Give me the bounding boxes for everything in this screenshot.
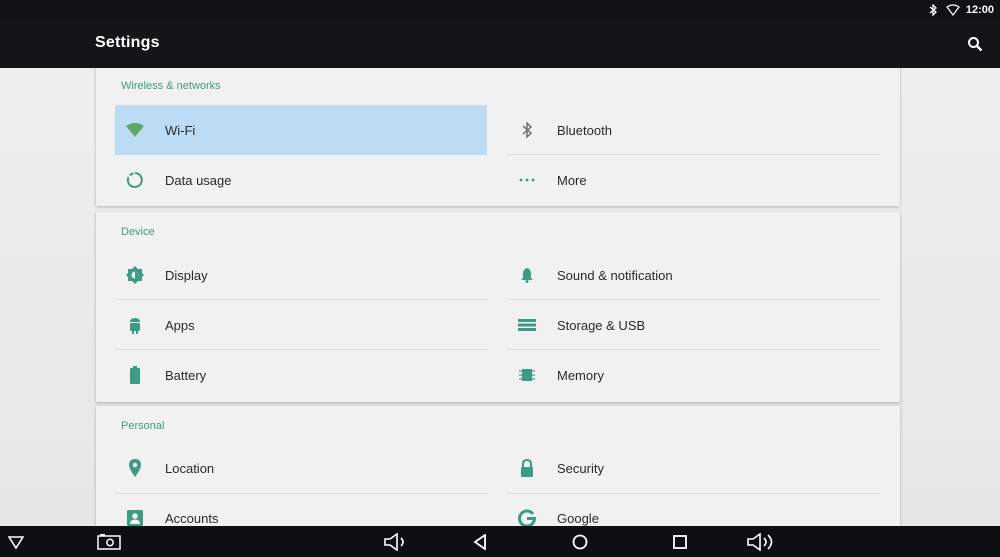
- tile-label: Sound & notification: [557, 267, 673, 283]
- memory-icon: [512, 368, 542, 382]
- back-icon: [473, 534, 486, 550]
- tile-label: Display: [165, 267, 208, 283]
- tile-wifi[interactable]: Wi-Fi: [115, 105, 487, 155]
- data-usage-icon: [120, 171, 150, 189]
- status-bar: 12:00: [0, 0, 1000, 20]
- screenshot-icon: [97, 534, 121, 550]
- tile-sound-notification[interactable]: Sound & notification: [507, 250, 879, 300]
- tile-label: Accounts: [165, 510, 219, 526]
- back-button[interactable]: [471, 530, 489, 554]
- page-title: Settings: [95, 34, 160, 51]
- tile-google[interactable]: Google: [507, 493, 879, 526]
- section-header: Personal: [121, 420, 165, 432]
- storage-icon: [512, 319, 542, 331]
- section-header: Device: [121, 226, 155, 238]
- tile-security[interactable]: Security: [507, 443, 879, 493]
- settings-list[interactable]: Wireless & networks Wi-Fi Bluetooth Data…: [0, 68, 1000, 526]
- home-button[interactable]: [570, 530, 590, 554]
- google-icon: [512, 509, 542, 526]
- action-bar: Settings: [0, 20, 1000, 68]
- brightness-icon: [120, 266, 150, 284]
- screenshot-button[interactable]: [96, 530, 122, 554]
- android-icon: [120, 316, 150, 334]
- volume-up-icon: [747, 533, 773, 551]
- account-icon: [120, 510, 150, 526]
- wifi-icon: [120, 122, 150, 138]
- search-button[interactable]: [964, 33, 986, 55]
- tile-storage-usb[interactable]: Storage & USB: [507, 300, 879, 350]
- tile-label: Security: [557, 460, 604, 476]
- tile-label: Memory: [557, 367, 604, 383]
- status-time: 12:00: [965, 4, 994, 16]
- tile-more[interactable]: More: [507, 155, 879, 205]
- home-icon: [572, 534, 588, 550]
- tile-location[interactable]: Location: [115, 443, 487, 493]
- tile-bluetooth[interactable]: Bluetooth: [507, 105, 879, 155]
- search-icon: [968, 37, 983, 52]
- more-icon: [512, 178, 542, 182]
- recents-icon: [673, 535, 687, 549]
- battery-icon: [120, 366, 150, 384]
- tile-display[interactable]: Display: [115, 250, 487, 300]
- tile-label: Bluetooth: [557, 122, 612, 138]
- tile-memory[interactable]: Memory: [507, 350, 879, 400]
- section-header: Wireless & networks: [121, 80, 221, 92]
- bluetooth-icon: [926, 3, 940, 17]
- dropdown-icon: [8, 536, 24, 549]
- volume-up-button[interactable]: [746, 530, 778, 554]
- dropdown-button[interactable]: [6, 530, 26, 554]
- tile-accounts[interactable]: Accounts: [115, 493, 487, 526]
- tile-apps[interactable]: Apps: [115, 300, 487, 350]
- tile-label: Wi-Fi: [165, 122, 196, 138]
- bell-icon: [512, 267, 542, 283]
- tile-label: Storage & USB: [557, 317, 646, 333]
- section-device: Device Display Sound & notification Apps: [96, 212, 900, 402]
- wifi-icon: [945, 3, 960, 17]
- tile-label: Google: [557, 510, 599, 526]
- tile-label: Location: [165, 460, 215, 476]
- tile-battery[interactable]: Battery: [115, 350, 487, 400]
- section-personal: Personal Location Security Accounts Goog…: [96, 406, 900, 526]
- bluetooth-icon: [512, 122, 542, 138]
- recents-button[interactable]: [671, 530, 689, 554]
- tile-data-usage[interactable]: Data usage: [115, 155, 487, 205]
- tile-label: Data usage: [165, 172, 232, 188]
- volume-down-icon: [384, 533, 404, 551]
- location-pin-icon: [120, 459, 150, 477]
- tile-label: More: [557, 172, 587, 188]
- tile-label: Apps: [165, 317, 195, 333]
- navigation-bar: [0, 526, 1000, 557]
- lock-icon: [512, 459, 542, 477]
- volume-down-button[interactable]: [383, 530, 411, 554]
- section-wireless-networks: Wireless & networks Wi-Fi Bluetooth Data…: [96, 68, 900, 206]
- tile-label: Battery: [165, 367, 207, 383]
